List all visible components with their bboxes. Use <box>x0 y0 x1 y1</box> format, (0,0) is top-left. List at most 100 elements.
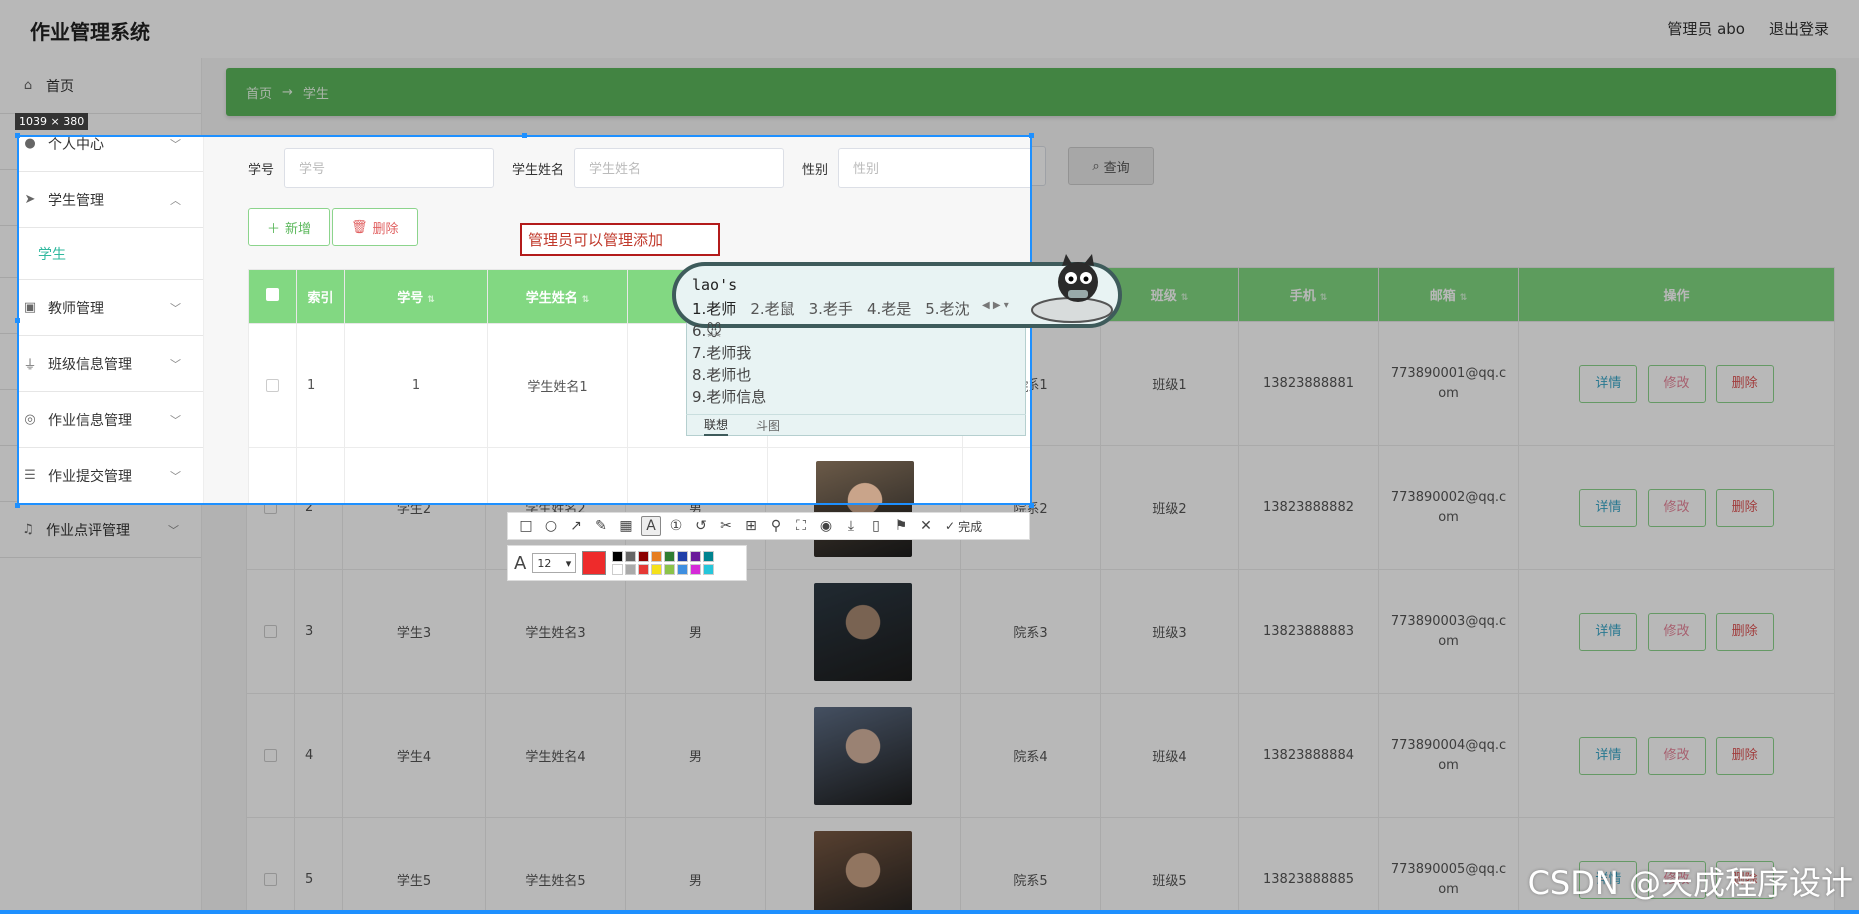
phone-icon[interactable]: ▯ <box>866 516 886 536</box>
color-swatch[interactable] <box>651 564 663 575</box>
avatar[interactable] <box>816 460 914 503</box>
resize-handle[interactable] <box>1029 503 1034 508</box>
bookmark-icon[interactable]: ⚑ <box>891 516 911 536</box>
text-tool-icon[interactable]: A <box>641 516 661 536</box>
detail-button[interactable]: 详情 <box>1579 736 1638 775</box>
query-button[interactable]: ⌕ 查询 <box>1068 147 1155 185</box>
ime-candidate[interactable]: 8.老师也 <box>692 364 766 386</box>
sidebar-item-submission-mgmt[interactable]: ☰ 作业提交管理 ﹀ <box>19 448 203 503</box>
color-swatch[interactable] <box>703 564 715 575</box>
text-annotation-box[interactable]: 管理员可以管理添加 <box>520 223 720 256</box>
ime-candidate[interactable]: 2.老鼠 <box>750 298 794 319</box>
row-select-cell[interactable] <box>246 569 295 694</box>
color-swatch[interactable] <box>690 564 702 575</box>
avatar[interactable] <box>814 706 912 805</box>
gender-input[interactable] <box>838 148 1030 188</box>
detail-button[interactable]: 详情 <box>1579 364 1638 403</box>
sidebar-item-profile[interactable]: ● 个人中心 ﹀ <box>19 137 203 172</box>
col-header[interactable]: 学生姓名⇅ <box>487 269 628 324</box>
sort-icon[interactable]: ⇅ <box>1320 293 1328 303</box>
select-all-cell[interactable] <box>248 269 297 324</box>
record-icon[interactable]: ◉ <box>816 516 836 536</box>
select-all-checkbox[interactable] <box>266 288 279 301</box>
color-swatch[interactable] <box>638 551 650 562</box>
resize-handle[interactable] <box>15 318 20 323</box>
row-select-cell[interactable] <box>246 693 295 818</box>
color-swatch[interactable] <box>703 551 715 562</box>
number-tool-icon[interactable]: ① <box>666 516 686 536</box>
pin-icon[interactable]: ⚲ <box>766 516 786 536</box>
sidebar-item-homework-mgmt[interactable]: ◎ 作业信息管理 ﹀ <box>19 392 203 448</box>
ime-candidate[interactable]: 7.老师我 <box>692 342 766 364</box>
edit-button[interactable]: 修改 <box>1647 488 1706 527</box>
delete-button[interactable]: 删除 <box>1715 488 1774 527</box>
student-name-input[interactable] <box>574 148 785 188</box>
detail-button[interactable]: 详情 <box>1579 612 1638 651</box>
color-swatch[interactable] <box>690 551 702 562</box>
color-swatch[interactable] <box>677 551 689 562</box>
color-swatch[interactable] <box>664 564 676 575</box>
color-swatch[interactable] <box>625 564 637 575</box>
ime-candidate[interactable]: 9.老师信息 <box>692 386 766 408</box>
row-checkbox[interactable] <box>266 379 279 392</box>
batch-delete-button[interactable]: 🗑 删除 <box>332 208 418 246</box>
ellipse-tool-icon[interactable]: ○ <box>541 516 561 536</box>
ime-candidate[interactable]: 1.老师 <box>692 298 736 319</box>
sort-icon[interactable]: ⇅ <box>1181 293 1189 303</box>
row-checkbox[interactable] <box>266 503 279 505</box>
sidebar-item-student-mgmt[interactable]: ➤ 学生管理 ︿ <box>19 172 203 228</box>
sidebar-subitem-student[interactable]: 学生 <box>19 228 203 280</box>
row-select-cell[interactable] <box>248 323 297 448</box>
col-header[interactable]: 手机 ⇅ <box>1238 267 1379 322</box>
delete-button[interactable]: 删除 <box>1715 736 1774 775</box>
ime-tab-assoc[interactable]: 联想 <box>704 416 729 436</box>
row-checkbox[interactable] <box>264 625 277 638</box>
sidebar-item-class-mgmt[interactable]: ⏚ 班级信息管理 ﹀ <box>19 336 203 392</box>
user-label[interactable]: 管理员 abo <box>1667 18 1745 39</box>
color-swatch[interactable] <box>664 551 676 562</box>
arrow-tool-icon[interactable]: ↗ <box>566 516 586 536</box>
color-swatch[interactable] <box>612 564 624 575</box>
undo-icon[interactable]: ↺ <box>691 516 711 536</box>
sidebar-item-teacher-mgmt[interactable]: ▣ 教师管理 ﹀ <box>19 280 203 336</box>
mosaic-tool-icon[interactable]: ▦ <box>616 516 636 536</box>
font-size-select[interactable]: 12 ▾ <box>532 553 577 573</box>
resize-handle[interactable] <box>1029 133 1034 138</box>
edit-button[interactable]: 修改 <box>1647 736 1706 775</box>
col-header[interactable]: 学号⇅ <box>344 269 488 324</box>
avatar[interactable] <box>814 830 912 914</box>
color-swatch[interactable] <box>625 551 637 562</box>
avatar[interactable] <box>814 582 912 681</box>
sort-icon[interactable]: ⇅ <box>1460 293 1468 303</box>
ime-candidate[interactable]: 6.🐭 <box>692 320 766 342</box>
sidebar-item-review-mgmt[interactable]: ♫ 作业点评管理 ﹀ <box>0 502 201 558</box>
ime-page-arrows-icon[interactable]: ◀ ▶ ▾ <box>982 300 1009 311</box>
color-swatch[interactable] <box>638 564 650 575</box>
rectangle-tool-icon[interactable]: □ <box>516 516 536 536</box>
ime-candidate[interactable]: 3.老手 <box>809 298 853 319</box>
ocr-icon[interactable]: ⛶ <box>791 516 811 536</box>
translate-icon[interactable]: ⊞ <box>741 516 761 536</box>
student-id-input[interactable] <box>284 148 495 188</box>
add-button[interactable]: ＋ 新增 <box>248 208 331 246</box>
sort-icon[interactable]: ⇅ <box>582 295 590 305</box>
breadcrumb-home[interactable]: 首页 <box>246 83 272 102</box>
row-checkbox[interactable] <box>264 749 277 762</box>
close-icon[interactable]: ✕ <box>916 516 936 536</box>
color-swatch[interactable] <box>677 564 689 575</box>
delete-button[interactable]: 删除 <box>1715 612 1774 651</box>
row-select-cell[interactable] <box>246 817 295 914</box>
ime-candidate[interactable]: 5.老沈 <box>925 298 969 319</box>
row-select-cell[interactable] <box>248 447 297 505</box>
download-icon[interactable]: ⤓ <box>841 516 861 536</box>
resize-handle[interactable] <box>522 133 527 138</box>
logout-link[interactable]: 退出登录 <box>1769 18 1829 39</box>
col-header[interactable]: 邮箱 ⇅ <box>1378 267 1519 322</box>
edit-button[interactable]: 修改 <box>1647 612 1706 651</box>
current-color-swatch[interactable] <box>582 551 607 575</box>
delete-button[interactable]: 删除 <box>1715 364 1774 403</box>
color-swatch[interactable] <box>612 551 624 562</box>
ime-tab-meme[interactable]: 斗图 <box>756 417 780 434</box>
sort-icon[interactable]: ⇅ <box>427 295 435 305</box>
done-button[interactable]: ✓ 完成 <box>945 518 982 535</box>
